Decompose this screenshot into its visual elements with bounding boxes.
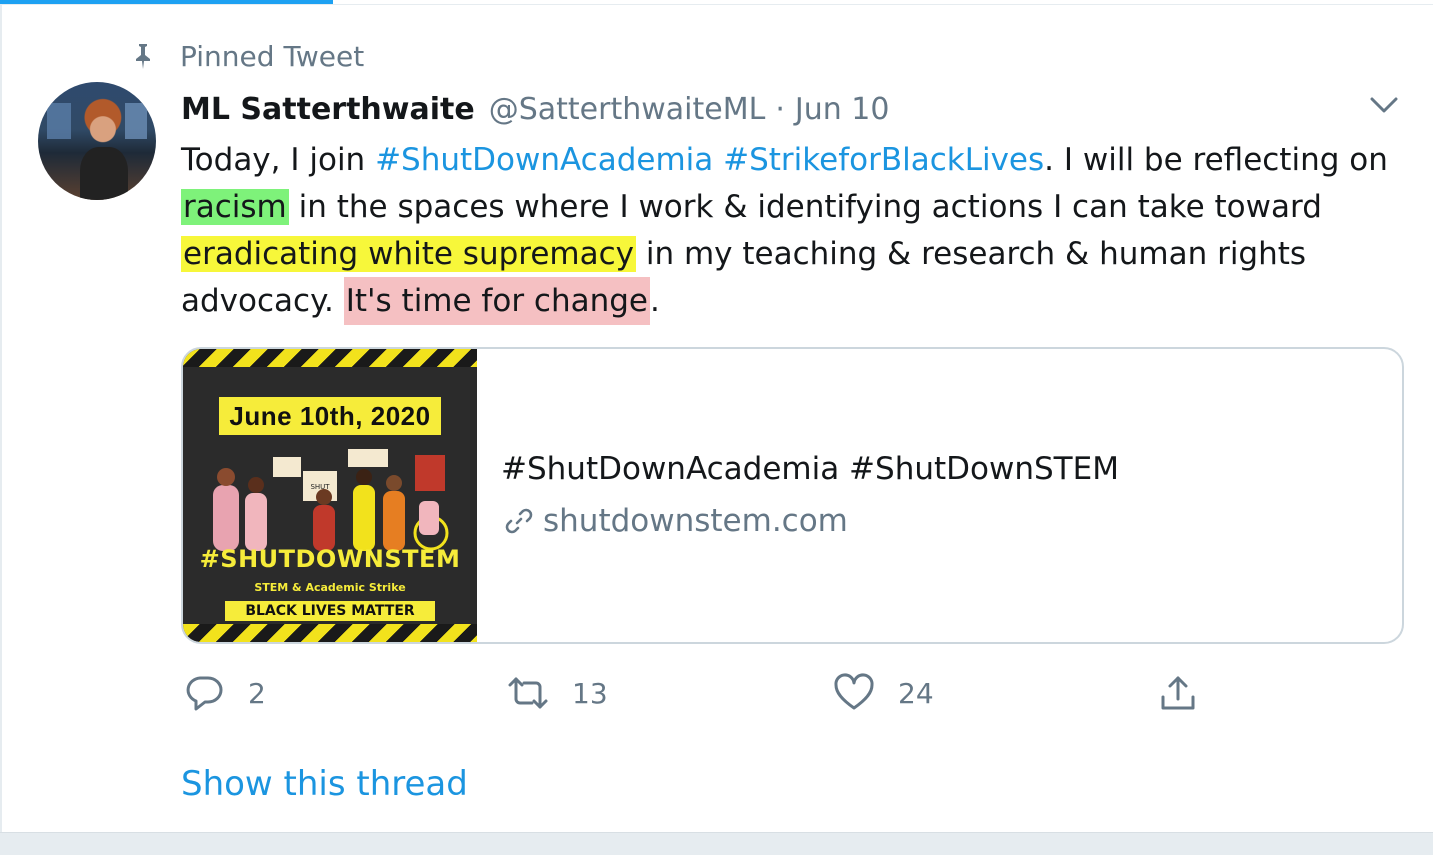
card-title[interactable]: #ShutDownAcademia #ShutDownSTEM xyxy=(501,451,1119,487)
pinned-label: Pinned Tweet xyxy=(180,39,365,73)
avatar[interactable] xyxy=(38,82,156,200)
share-button[interactable] xyxy=(1156,668,1200,718)
pin-icon xyxy=(128,41,158,71)
card-image-illustration: SHUT xyxy=(213,449,449,551)
hazard-stripe-bottom xyxy=(183,624,477,642)
tweet-date[interactable]: Jun 10 xyxy=(795,92,890,127)
retweet-button[interactable]: 13 xyxy=(506,668,608,718)
card-image-banner: BLACK LIVES MATTER xyxy=(225,601,435,621)
card-image-subtitle: STEM & Academic Strike xyxy=(254,581,406,594)
retweet-count: 13 xyxy=(572,676,608,710)
hashtag-link-strikeforblacklives[interactable]: #StrikeforBlackLives xyxy=(723,142,1044,178)
tweet-header: ML Satterthwaite @SatterthwaiteML · Jun … xyxy=(181,86,889,132)
card-image-date: June 10th, 2020 xyxy=(219,397,441,435)
card-link[interactable]: shutdownstem.com xyxy=(501,503,848,539)
avatar-background-screen-right xyxy=(125,103,147,139)
like-count: 24 xyxy=(898,676,934,710)
avatar-background-screen xyxy=(47,103,72,139)
like-icon xyxy=(832,671,876,715)
tweet-text-segment: . xyxy=(650,283,660,319)
tweet-text: Today, I join #ShutDownAcademia #Strikef… xyxy=(181,137,1421,325)
highlight-pink: It's time for change xyxy=(343,277,650,325)
tweet-menu-button[interactable] xyxy=(1364,92,1404,122)
retweet-icon xyxy=(506,671,550,715)
tweet-text-segment xyxy=(713,142,723,178)
tweet-text-segment: in the spaces where I work & identifying… xyxy=(288,189,1322,225)
reply-button[interactable]: 2 xyxy=(182,668,266,718)
highlight-green: racism xyxy=(181,189,289,225)
show-thread-link[interactable]: Show this thread xyxy=(181,764,468,804)
card-link-text: shutdownstem.com xyxy=(543,503,848,539)
tweet-text-segment: . I will be reflecting on xyxy=(1044,142,1388,178)
pinned-row: Pinned Tweet xyxy=(128,38,364,74)
highlight-yellow: eradicating white supremacy xyxy=(181,236,636,272)
reply-icon xyxy=(182,671,226,715)
tweet-text-segment: Today, I join xyxy=(181,142,376,178)
chevron-down-icon xyxy=(1369,96,1399,118)
link-icon xyxy=(501,503,537,539)
tweet-text-segment: . xyxy=(324,283,344,319)
avatar-person xyxy=(80,146,128,200)
author-handle[interactable]: @SatterthwaiteML xyxy=(489,92,766,127)
author-name[interactable]: ML Satterthwaite xyxy=(181,92,475,127)
hazard-stripe-top xyxy=(183,349,477,367)
timeline-bottom-divider xyxy=(0,832,1433,855)
top-divider xyxy=(0,4,1433,5)
header-separator: · xyxy=(775,91,785,127)
left-divider xyxy=(0,4,2,832)
like-button[interactable]: 24 xyxy=(832,668,934,718)
hashtag-link-shutdownacademia[interactable]: #ShutDownAcademia xyxy=(375,142,713,178)
card-image-hashtag: #SHUTDOWNSTEM xyxy=(199,545,461,573)
card-image: June 10th, 2020 SHUT #SHUTDOWNSTEM STEM … xyxy=(183,349,477,642)
reply-count: 2 xyxy=(248,676,266,710)
link-preview-card[interactable]: June 10th, 2020 SHUT #SHUTDOWNSTEM STEM … xyxy=(181,347,1404,644)
share-icon xyxy=(1156,671,1200,715)
